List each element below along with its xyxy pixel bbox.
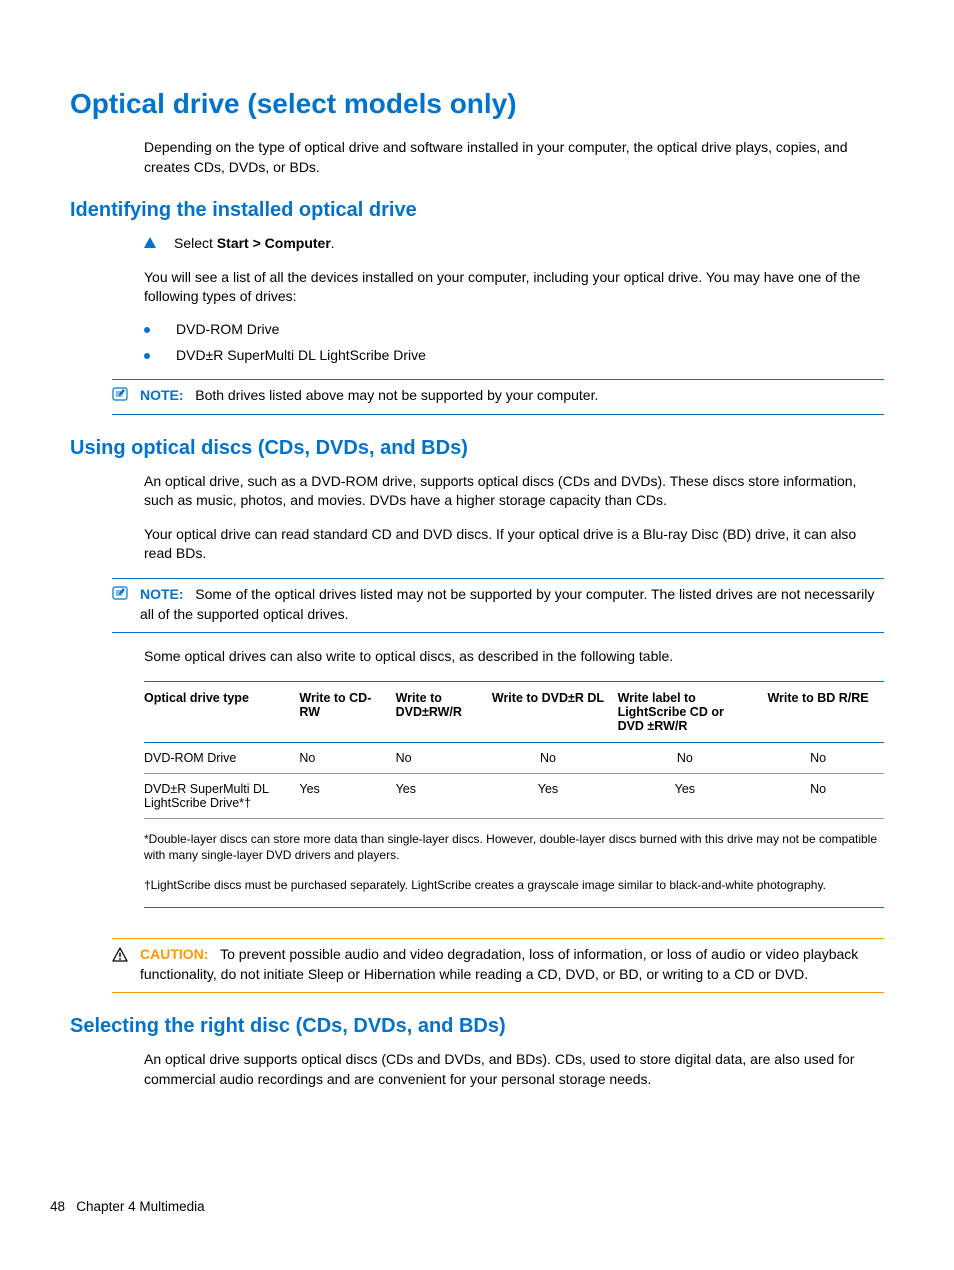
section2-p1: An optical drive, such as a DVD-ROM driv… <box>144 472 884 511</box>
cell: Yes <box>396 773 485 818</box>
note-icon <box>112 585 130 601</box>
cell: Yes <box>299 773 395 818</box>
th-cdrw: Write to CD-RW <box>299 681 395 742</box>
note-label: NOTE: <box>140 586 184 602</box>
section-heading-identifying: Identifying the installed optical drive <box>70 199 884 222</box>
cell: No <box>299 742 395 773</box>
cell: DVD-ROM Drive <box>144 742 299 773</box>
note-block: NOTE: Both drives listed above may not b… <box>112 379 884 415</box>
page-number: 48 <box>50 1199 65 1214</box>
bullet-text: DVD±R SuperMulti DL LightScribe Drive <box>176 347 426 363</box>
section-heading-using: Using optical discs (CDs, DVDs, and BDs) <box>70 437 884 460</box>
bullet-icon <box>144 327 150 333</box>
after-step-text: You will see a list of all the devices i… <box>144 268 884 307</box>
chapter-label: Chapter 4 Multimedia <box>76 1199 204 1214</box>
note-block: NOTE: Some of the optical drives listed … <box>112 578 884 633</box>
bullet-icon <box>144 353 150 359</box>
caution-icon <box>112 947 130 966</box>
caution-block: CAUTION: To prevent possible audio and v… <box>112 938 884 993</box>
page-title: Optical drive (select models only) <box>70 88 884 120</box>
table-row: DVD±R SuperMulti DL LightScribe Drive*† … <box>144 773 884 818</box>
cell: No <box>396 742 485 773</box>
note-content: NOTE: Both drives listed above may not b… <box>140 386 884 406</box>
section-heading-selecting: Selecting the right disc (CDs, DVDs, and… <box>70 1015 884 1038</box>
step-bold-path: Start > Computer <box>217 235 331 251</box>
note-text: Some of the optical drives listed may no… <box>140 586 874 622</box>
step-suffix: . <box>331 235 335 251</box>
bullet-item: DVD±R SuperMulti DL LightScribe Drive <box>144 347 884 363</box>
note-content: NOTE: Some of the optical drives listed … <box>140 585 884 624</box>
table-footnote-1: *Double-layer discs can store more data … <box>144 831 884 863</box>
note-text: Both drives listed above may not be supp… <box>195 387 598 403</box>
th-bd: Write to BD R/RE <box>758 681 884 742</box>
caution-content: CAUTION: To prevent possible audio and v… <box>140 945 884 984</box>
bullet-item: DVD-ROM Drive <box>144 321 884 337</box>
table-footnote-2: †LightScribe discs must be purchased sep… <box>144 877 884 893</box>
caution-text: To prevent possible audio and video degr… <box>140 946 858 982</box>
section2-p3: Some optical drives can also write to op… <box>144 647 884 667</box>
bullet-text: DVD-ROM Drive <box>176 321 279 337</box>
th-lightscribe: Write label to LightScribe CD or DVD ±RW… <box>618 681 759 742</box>
th-dvdrw: Write to DVD±RW/R <box>396 681 485 742</box>
th-dvddl: Write to DVD±R DL <box>484 681 617 742</box>
intro-paragraph: Depending on the type of optical drive a… <box>144 138 884 177</box>
page-footer: 48 Chapter 4 Multimedia <box>50 1199 205 1214</box>
table-row: DVD-ROM Drive No No No No No <box>144 742 884 773</box>
step-prefix: Select <box>174 235 217 251</box>
section3-p1: An optical drive supports optical discs … <box>144 1050 884 1089</box>
note-label: NOTE: <box>140 387 184 403</box>
caution-label: CAUTION: <box>140 946 208 962</box>
cell: No <box>618 742 759 773</box>
note-icon <box>112 386 130 402</box>
step-row: Select Start > Computer. <box>144 234 884 254</box>
cell: DVD±R SuperMulti DL LightScribe Drive*† <box>144 773 299 818</box>
step-text: Select Start > Computer. <box>174 234 335 254</box>
section2-p2: Your optical drive can read standard CD … <box>144 525 884 564</box>
cell: Yes <box>484 773 617 818</box>
cell: Yes <box>618 773 759 818</box>
cell: No <box>484 742 617 773</box>
step-triangle-icon <box>144 237 156 248</box>
table-bottom-rule <box>144 907 884 908</box>
cell: No <box>758 742 884 773</box>
cell: No <box>758 773 884 818</box>
th-type: Optical drive type <box>144 681 299 742</box>
optical-drive-table: Optical drive type Write to CD-RW Write … <box>144 681 884 819</box>
